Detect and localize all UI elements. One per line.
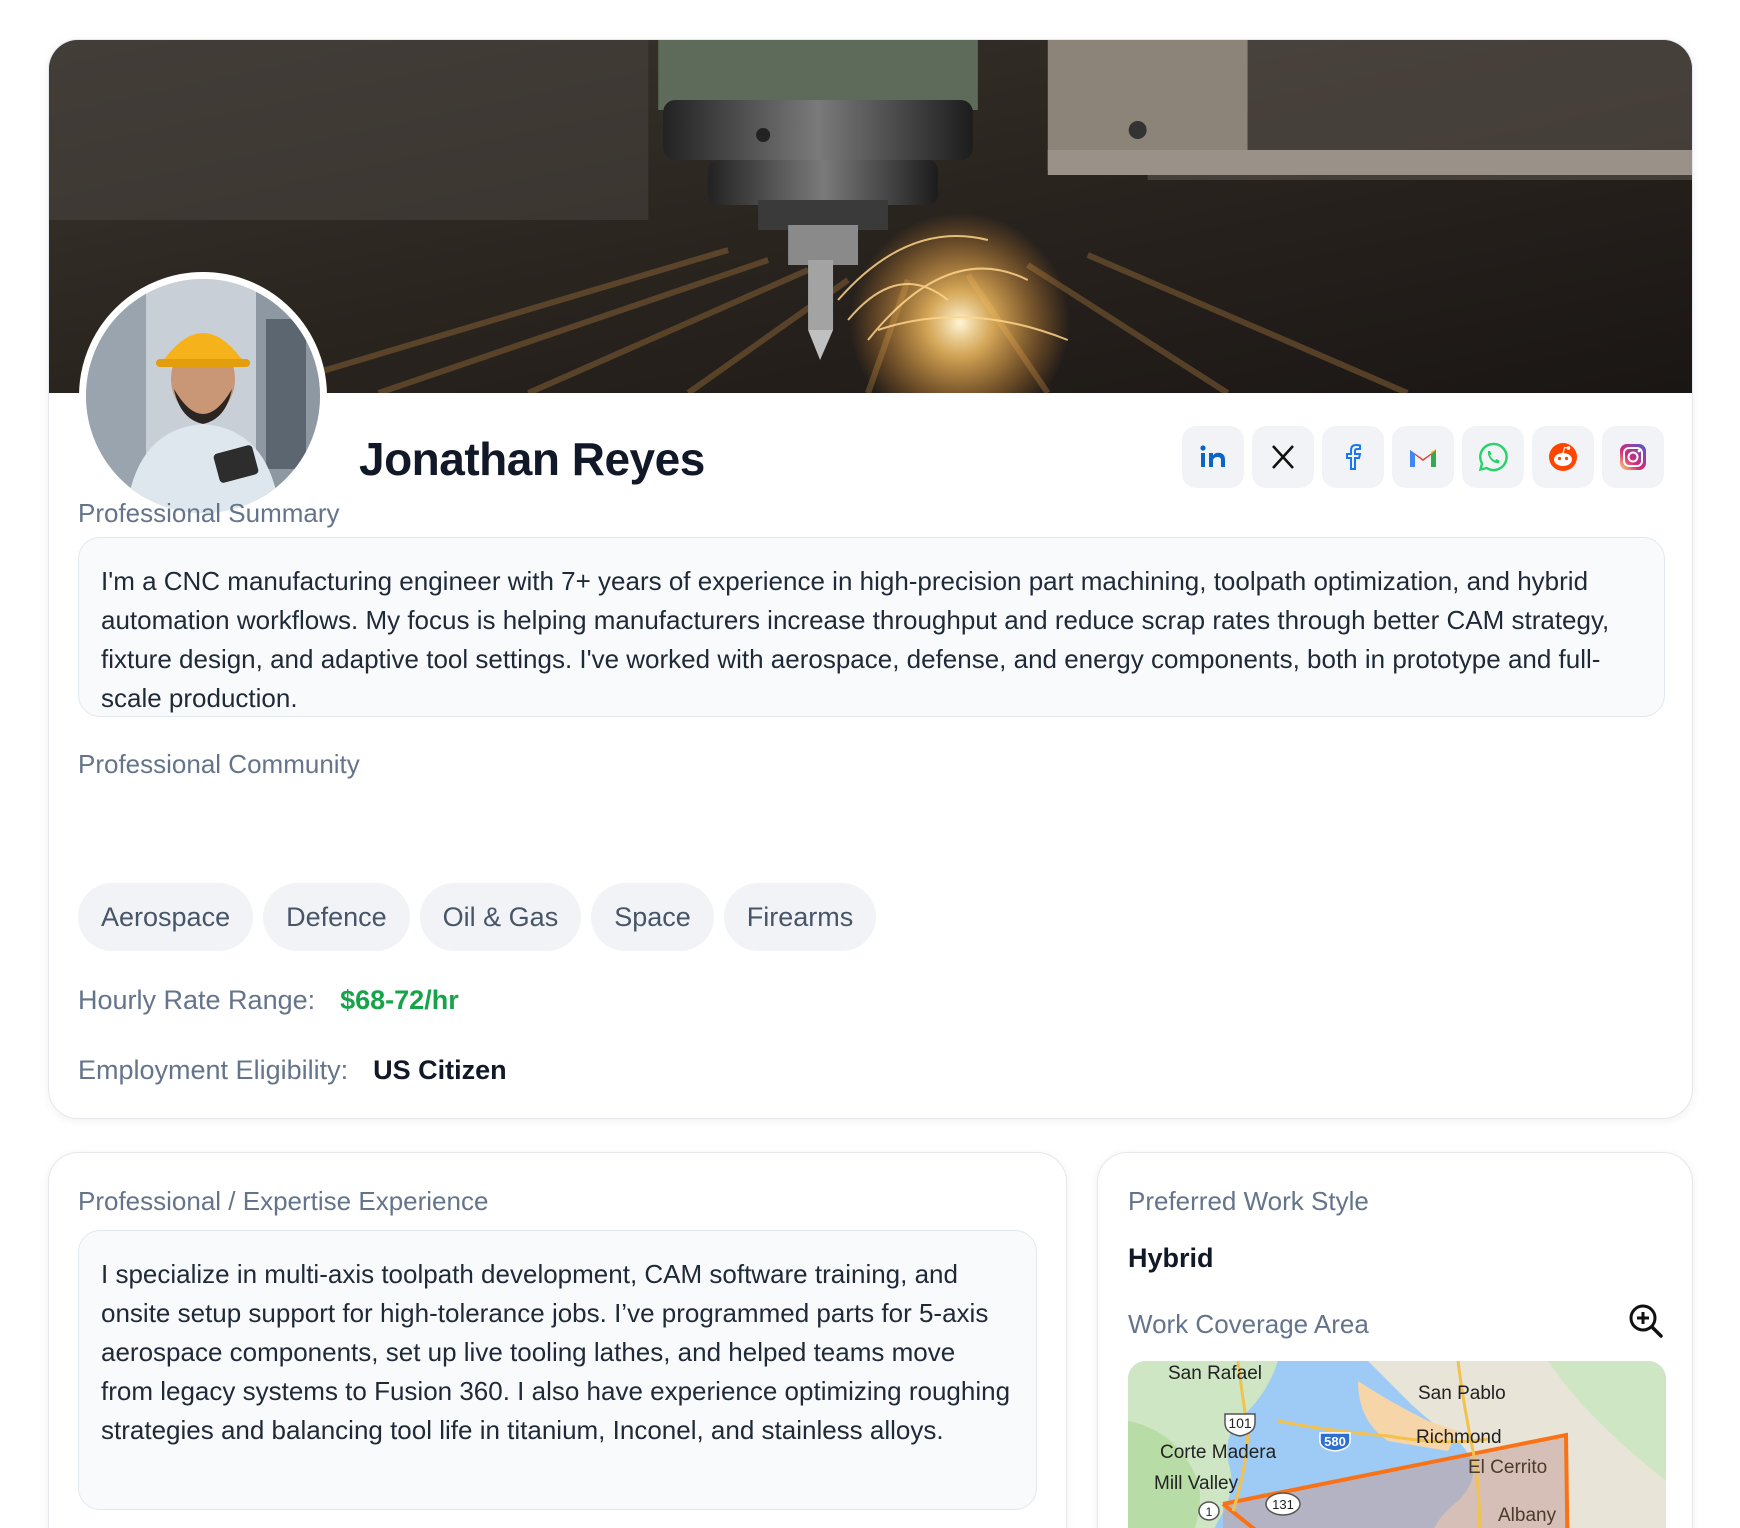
reddit-button[interactable] <box>1532 426 1594 488</box>
map-label: Albany <box>1498 1505 1557 1526</box>
profile-name: Jonathan Reyes <box>359 433 705 485</box>
instagram-icon <box>1620 444 1646 470</box>
summary-text: I'm a CNC manufacturing engineer with 7+… <box>78 537 1665 717</box>
experience-label: Professional / Expertise Experience <box>78 1186 489 1216</box>
svg-text:101: 101 <box>1228 1415 1252 1431</box>
highway-1-shield: 1 <box>1198 1501 1220 1521</box>
workstyle-value: Hybrid <box>1128 1243 1214 1273</box>
summary-label: Professional Summary <box>78 498 340 528</box>
map-label: Mill Valley <box>1154 1473 1239 1494</box>
social-links <box>1182 426 1664 488</box>
community-tag[interactable]: Aerospace <box>78 883 254 951</box>
facebook-button[interactable] <box>1322 426 1384 488</box>
coverage-label: Work Coverage Area <box>1128 1309 1369 1339</box>
svg-text:1: 1 <box>1206 1505 1213 1519</box>
instagram-button[interactable] <box>1602 426 1664 488</box>
svg-text:580: 580 <box>1324 1434 1346 1449</box>
whatsapp-icon <box>1478 442 1508 472</box>
profile-card: Jonathan Reyes Professional Summary I'm … <box>48 39 1693 1119</box>
zoom-in-icon <box>1629 1304 1663 1338</box>
x-icon <box>1272 445 1294 469</box>
map-label: Corte Madera <box>1160 1442 1277 1463</box>
rate-value: $68-72/hr <box>340 985 459 1015</box>
gmail-button[interactable] <box>1392 426 1454 488</box>
highway-580-shield: 580 <box>1319 1432 1351 1452</box>
community-tag[interactable]: Space <box>591 883 714 951</box>
community-tag[interactable]: Oil & Gas <box>419 883 582 951</box>
avatar <box>79 272 327 520</box>
zoom-in-button[interactable] <box>1626 1301 1666 1341</box>
reddit-icon <box>1549 443 1577 471</box>
community-label: Professional Community <box>78 749 360 779</box>
rate-row: Hourly Rate Range: $68-72/hr <box>78 985 459 1016</box>
rate-label: Hourly Rate Range: <box>78 985 316 1015</box>
workstyle-label: Preferred Work Style <box>1128 1186 1369 1216</box>
map-label: San Pablo <box>1418 1383 1506 1404</box>
map-label: Richmond <box>1416 1427 1502 1448</box>
map-label: San Rafael <box>1168 1363 1262 1384</box>
eligibility-value: US Citizen <box>373 1055 507 1085</box>
eligibility-label: Employment Eligibility: <box>78 1055 349 1085</box>
community-tag[interactable]: Defence <box>263 883 410 951</box>
community-tag[interactable]: Firearms <box>723 883 877 951</box>
linkedin-icon <box>1200 445 1225 467</box>
whatsapp-button[interactable] <box>1462 426 1524 488</box>
community-tags: Aerospace Defence Oil & Gas Space Firear… <box>78 883 877 951</box>
highway-131-shield: 131 <box>1265 1492 1301 1516</box>
map-label: El Cerrito <box>1468 1457 1547 1478</box>
x-button[interactable] <box>1252 426 1314 488</box>
coverage-map[interactable]: San Rafael San Pablo Richmond Corte Made… <box>1128 1361 1666 1528</box>
experience-text: I specialize in multi-axis toolpath deve… <box>78 1230 1037 1510</box>
eligibility-row: Employment Eligibility: US Citizen <box>78 1055 507 1086</box>
highway-101-shield: 101 <box>1224 1413 1256 1437</box>
linkedin-button[interactable] <box>1182 426 1244 488</box>
workstyle-card: Preferred Work Style Hybrid Work Coverag… <box>1097 1152 1693 1528</box>
svg-text:131: 131 <box>1272 1497 1294 1512</box>
experience-card: Professional / Expertise Experience I sp… <box>48 1152 1067 1528</box>
gmail-icon <box>1410 449 1436 467</box>
facebook-icon <box>1346 443 1362 470</box>
